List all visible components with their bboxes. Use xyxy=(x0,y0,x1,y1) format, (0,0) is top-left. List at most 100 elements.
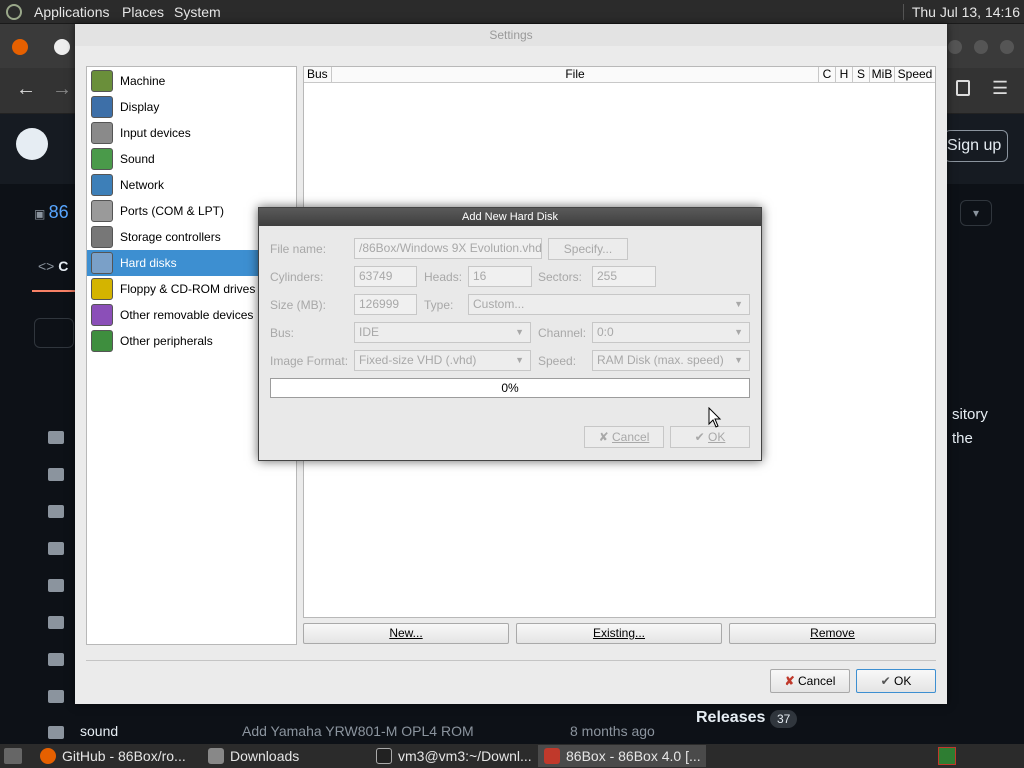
system-menu[interactable]: System xyxy=(174,4,221,20)
add-new-hard-disk-dialog: Add New Hard Disk File name: /86Box/Wind… xyxy=(258,207,762,461)
type-select[interactable]: Custom... ▼ xyxy=(468,294,750,315)
specify-button[interactable]: Specify... xyxy=(548,238,628,260)
task-github[interactable]: GitHub - 86Box/ro... xyxy=(34,745,198,767)
chevron-down-icon: ▼ xyxy=(734,327,743,337)
back-arrow-icon[interactable]: ← xyxy=(16,78,36,101)
channel-select[interactable]: 0:0 ▼ xyxy=(592,322,750,343)
github-logo-icon[interactable] xyxy=(16,128,48,160)
dropdown-chevron-icon[interactable]: ▾ xyxy=(960,200,992,226)
places-menu[interactable]: Places xyxy=(122,4,164,20)
settings-ok-button[interactable]: ✔ OK xyxy=(856,669,936,693)
clock[interactable]: Thu Jul 13, 14:16 xyxy=(902,4,1020,20)
firefox-icon[interactable] xyxy=(12,39,28,55)
branch-button[interactable] xyxy=(34,318,74,348)
settings-cancel-button[interactable]: ✘ Cancel xyxy=(770,669,850,693)
storage-controllers-icon xyxy=(91,226,113,248)
existing-disk-button[interactable]: Existing... xyxy=(516,623,722,644)
size-field[interactable]: 126999 xyxy=(354,294,417,315)
file-row-commit-message[interactable]: Add Yamaha YRW801-M OPL4 ROM xyxy=(242,723,474,739)
removable-devices-icon xyxy=(91,304,113,326)
github-tab-icon[interactable] xyxy=(54,39,70,55)
dialog-ok-button[interactable]: ✔ OK xyxy=(670,426,750,448)
86box-icon xyxy=(544,748,560,764)
show-desktop-icon[interactable] xyxy=(4,748,22,764)
column-bus[interactable]: Bus xyxy=(304,67,332,83)
releases-heading[interactable]: Releases xyxy=(696,709,765,727)
window-minimize-icon[interactable] xyxy=(948,40,962,54)
category-item[interactable]: Sound xyxy=(87,146,296,172)
task-86box[interactable]: 86Box - 86Box 4.0 [... xyxy=(538,745,706,767)
sound-icon xyxy=(91,148,113,170)
new-disk-button[interactable]: New... xyxy=(303,623,509,644)
speed-select[interactable]: RAM Disk (max. speed) ▼ xyxy=(592,350,750,371)
distro-logo-icon[interactable] xyxy=(6,4,22,20)
file-name-field[interactable]: /86Box/Windows 9X Evolution.vhd xyxy=(354,238,542,259)
category-item-label: Hard disks xyxy=(120,256,177,270)
type-label: Type: xyxy=(424,298,454,312)
folder-icon xyxy=(48,579,64,592)
column-c[interactable]: C xyxy=(819,67,836,83)
floppy-cdrom-icon xyxy=(91,278,113,300)
heads-field[interactable]: 16 xyxy=(468,266,532,287)
column-h[interactable]: H xyxy=(836,67,853,83)
category-item[interactable]: Display xyxy=(87,94,296,120)
category-item-label: Network xyxy=(120,178,165,192)
bus-select[interactable]: IDE ▼ xyxy=(354,322,531,343)
table-header: Bus File C H S MiB Speed xyxy=(304,67,935,83)
task-terminal[interactable]: vm3@vm3:~/Downl... xyxy=(370,745,538,767)
repo-name[interactable]: ▣ 86 xyxy=(34,202,69,223)
dialog-cancel-label: Cancel xyxy=(612,430,650,444)
chevron-down-icon: ▼ xyxy=(734,355,743,365)
image-format-label: Image Format: xyxy=(270,354,349,368)
chevron-down-icon: ▼ xyxy=(515,327,524,337)
category-item[interactable]: Network xyxy=(87,172,296,198)
chevron-down-icon: ▼ xyxy=(515,355,524,365)
tab-code[interactable]: <> C xyxy=(38,258,68,274)
column-speed[interactable]: Speed xyxy=(895,67,935,83)
folder-icon xyxy=(48,505,64,518)
extensions-icon[interactable] xyxy=(956,80,970,96)
file-row-name[interactable]: sound xyxy=(80,723,118,739)
folder-icon xyxy=(48,431,64,444)
remove-disk-button[interactable]: Remove xyxy=(729,623,936,644)
sectors-field[interactable]: 255 xyxy=(592,266,656,287)
folder-icon xyxy=(48,542,64,555)
category-item[interactable]: Input devices xyxy=(87,120,296,146)
hard-disks-icon xyxy=(91,252,113,274)
progress-bar: 0% xyxy=(270,378,750,398)
bus-select-value: IDE xyxy=(359,325,380,339)
cylinders-label: Cylinders: xyxy=(270,270,324,284)
window-maximize-icon[interactable] xyxy=(974,40,988,54)
task-github-label: GitHub - 86Box/ro... xyxy=(62,748,186,764)
repo-name-text[interactable]: 86 xyxy=(49,202,69,222)
remove-disk-button-label: Remove xyxy=(810,626,855,640)
ports-icon xyxy=(91,200,113,222)
image-format-select[interactable]: Fixed-size VHD (.vhd) ▼ xyxy=(354,350,531,371)
ok-check-icon: ✔ xyxy=(694,430,705,444)
applications-menu[interactable]: Applications xyxy=(34,4,110,20)
dialog-cancel-button[interactable]: ✘ Cancel xyxy=(584,426,664,448)
hamburger-menu-icon[interactable]: ☰ xyxy=(992,78,1008,99)
mouse-cursor-icon xyxy=(708,407,722,428)
task-downloads[interactable]: Downloads xyxy=(202,745,370,767)
category-item-label: Ports (COM & LPT) xyxy=(120,204,225,218)
category-item[interactable]: Machine xyxy=(87,68,296,94)
folder-icon xyxy=(48,690,64,703)
display-icon xyxy=(91,96,113,118)
column-file[interactable]: File xyxy=(332,67,819,83)
speed-select-value: RAM Disk (max. speed) xyxy=(597,353,724,367)
folder-icon xyxy=(48,468,64,481)
cylinders-field[interactable]: 63749 xyxy=(354,266,417,287)
category-item-label: Machine xyxy=(120,74,166,88)
about-text: sitory xyxy=(952,406,988,423)
file-name-label: File name: xyxy=(270,242,327,256)
window-close-icon[interactable] xyxy=(1000,40,1014,54)
system-tray-icon[interactable] xyxy=(938,747,956,765)
separator xyxy=(86,660,936,661)
sign-up-button[interactable]: Sign up xyxy=(944,130,1008,162)
forward-arrow-icon[interactable]: → xyxy=(52,78,72,101)
type-select-value: Custom... xyxy=(473,297,525,311)
network-icon xyxy=(91,174,113,196)
column-s[interactable]: S xyxy=(853,67,870,83)
column-mib[interactable]: MiB xyxy=(870,67,895,83)
